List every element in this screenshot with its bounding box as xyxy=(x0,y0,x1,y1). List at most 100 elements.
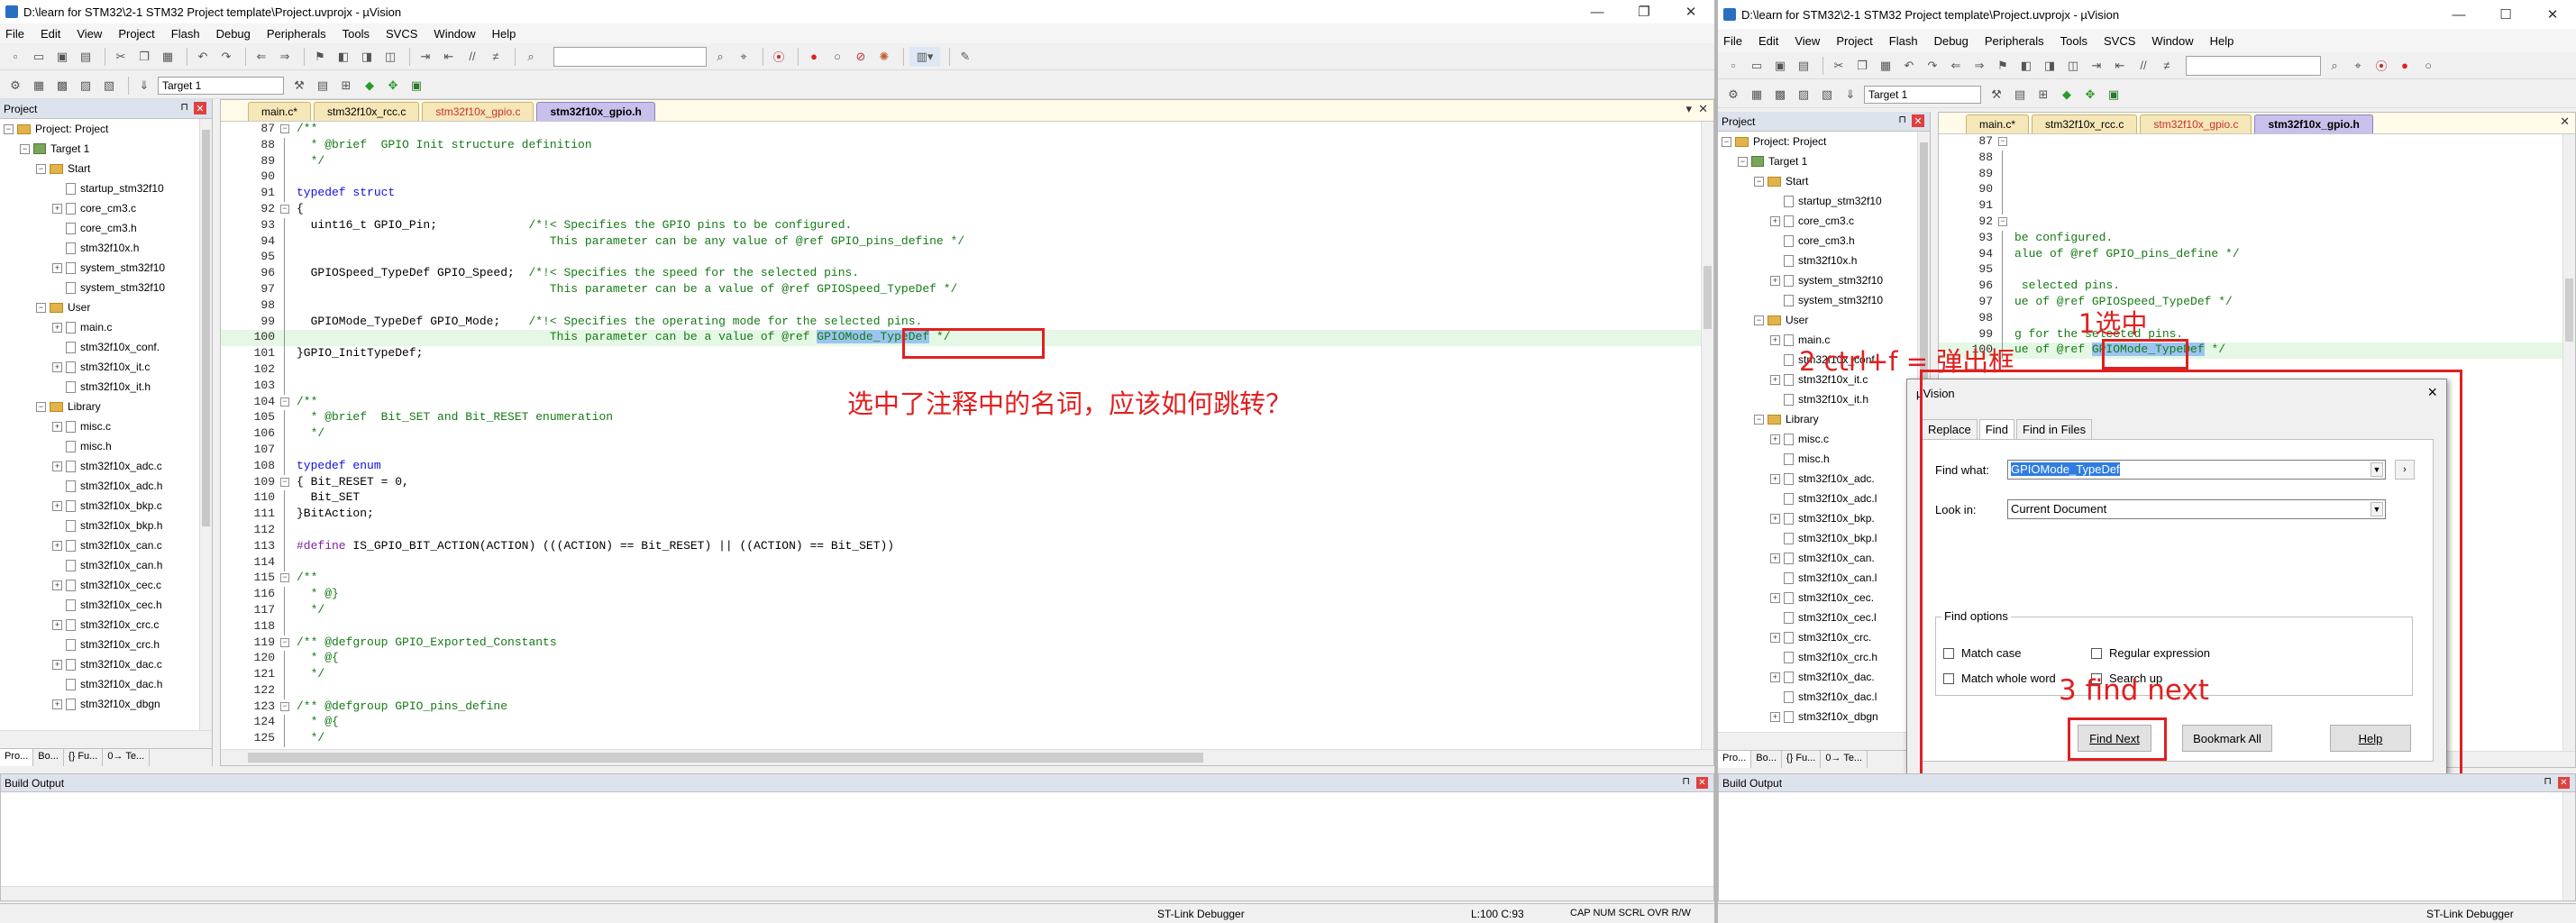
code-line[interactable]: 96 selected pins. xyxy=(1939,279,2562,296)
bookmark-icon[interactable]: ⚑ xyxy=(1993,56,2013,76)
nav-back-icon[interactable]: ⇐ xyxy=(1946,56,1966,76)
expand-icon[interactable]: + xyxy=(52,540,62,551)
code-line[interactable]: 102 xyxy=(221,361,1701,379)
cut-icon[interactable]: ✂ xyxy=(1829,56,1849,76)
pin-icon[interactable]: ⊓ xyxy=(1682,775,1690,787)
breakpoint-disable-icon[interactable]: ○ xyxy=(2418,56,2438,76)
tree-item[interactable]: + misc.c xyxy=(1718,429,1917,449)
code-line[interactable]: 91 xyxy=(1939,198,2562,215)
code-line[interactable]: 97 ue of @ref GPIOSpeed_TypeDef */ xyxy=(1939,294,2562,311)
target-options-icon[interactable]: ⚒ xyxy=(289,76,309,96)
collapse-icon[interactable]: − xyxy=(36,401,46,412)
tree-item[interactable]: − Target 1 xyxy=(0,139,199,159)
code-line[interactable]: 87−/** xyxy=(221,122,1701,138)
build-icon[interactable]: ▦ xyxy=(29,76,49,96)
close-icon[interactable]: ✕ xyxy=(194,102,206,114)
tree-item[interactable]: stm32f10x_dac.h xyxy=(0,674,199,694)
close-icon[interactable]: ✕ xyxy=(2560,114,2570,129)
tree-item[interactable]: − User xyxy=(0,297,199,317)
expand-icon[interactable]: + xyxy=(1770,275,1780,286)
tree-item[interactable]: stm32f10x_adc.l xyxy=(1718,489,1917,508)
manage-components-icon[interactable]: ⊞ xyxy=(2033,85,2053,105)
next-bookmark-icon[interactable]: ◨ xyxy=(2040,56,2060,76)
expand-icon[interactable]: + xyxy=(1770,553,1780,563)
clear-bookmarks-icon[interactable]: ◫ xyxy=(380,47,400,67)
stop-build-icon[interactable]: ▧ xyxy=(1817,85,1837,105)
breakpoint-clear-icon[interactable]: ✺ xyxy=(874,47,894,67)
open-folder-icon[interactable]: ▭ xyxy=(29,47,49,67)
menu-item-file[interactable]: File xyxy=(5,27,24,41)
editor-tab[interactable]: stm32f10x_gpio.c xyxy=(2140,114,2252,133)
tree-item[interactable]: + system_stm32f10 xyxy=(1718,270,1917,290)
code-line[interactable]: 121 */ xyxy=(221,667,1701,684)
batch-build-icon[interactable]: ▨ xyxy=(76,76,96,96)
cut-icon[interactable]: ✂ xyxy=(111,47,131,67)
prev-bookmark-icon[interactable]: ◧ xyxy=(2016,56,2036,76)
vertical-scrollbar[interactable] xyxy=(1701,122,1713,749)
tree-item[interactable]: + stm32f10x_dac.c xyxy=(0,654,199,674)
expand-icon[interactable]: + xyxy=(52,361,62,372)
menu-item-project[interactable]: Project xyxy=(118,27,154,41)
editor-tab[interactable]: stm32f10x_gpio.c xyxy=(422,102,534,121)
menu-item-flash[interactable]: Flash xyxy=(171,27,200,41)
expand-icon[interactable]: + xyxy=(1770,473,1780,484)
menu-item-view[interactable]: View xyxy=(1795,34,1820,48)
comment-icon[interactable]: // xyxy=(462,47,482,67)
file-extensions-icon[interactable]: ▤ xyxy=(313,76,333,96)
find-in-files-icon[interactable]: ⌕ xyxy=(521,47,541,67)
code-line[interactable]: 116 * @} xyxy=(221,587,1701,604)
code-line[interactable]: 93 be configured. xyxy=(1939,230,2562,247)
tree-item[interactable]: stm32f10x_it.h xyxy=(0,377,199,397)
code-line[interactable]: 107 xyxy=(221,442,1701,459)
tree-item[interactable]: stm32f10x_cec.l xyxy=(1718,608,1917,627)
vertical-scrollbar[interactable] xyxy=(2562,134,2575,751)
collapse-icon[interactable]: − xyxy=(1754,176,1764,187)
expand-icon[interactable]: + xyxy=(52,659,62,670)
code-line[interactable]: 98 xyxy=(1939,310,2562,327)
collapse-icon[interactable]: − xyxy=(36,163,46,174)
tree-item[interactable]: − Library xyxy=(1718,409,1917,429)
tree-item[interactable]: − Project: Project xyxy=(0,119,199,139)
copy-icon[interactable]: ❐ xyxy=(1852,56,1872,76)
download-icon[interactable]: ⇓ xyxy=(134,76,154,96)
nav-forward-icon[interactable]: ⇒ xyxy=(1969,56,1989,76)
code-line[interactable]: 122 xyxy=(221,682,1701,699)
fold-icon[interactable]: − xyxy=(280,124,289,133)
expand-icon[interactable]: + xyxy=(52,699,62,709)
new-file-icon[interactable]: ▫ xyxy=(1723,56,1743,76)
editor-tab[interactable]: main.c* xyxy=(248,102,312,121)
uncomment-icon[interactable]: ≠ xyxy=(2157,56,2177,76)
compile-icon[interactable]: ⚙ xyxy=(5,76,25,96)
tree-item[interactable]: stm32f10x_adc.h xyxy=(0,476,199,496)
tree-item[interactable]: misc.h xyxy=(0,436,199,456)
tree-item[interactable]: − Library xyxy=(0,397,199,416)
code-line[interactable]: 111}BitAction; xyxy=(221,507,1701,524)
tree-item[interactable]: core_cm3.h xyxy=(0,218,199,238)
tree-item[interactable]: stm32f10x.h xyxy=(1718,251,1917,270)
fold-icon[interactable]: − xyxy=(1998,216,2007,226)
breakpoint-icon[interactable]: ● xyxy=(2395,56,2415,76)
code-line[interactable]: 92−{ xyxy=(221,202,1701,218)
fold-icon[interactable]: − xyxy=(280,573,289,583)
redo-icon[interactable]: ↷ xyxy=(1923,56,1942,76)
maximize-icon[interactable]: ☐ xyxy=(2482,0,2529,29)
comment-icon[interactable]: // xyxy=(2133,56,2153,76)
collapse-icon[interactable]: − xyxy=(20,143,30,154)
paste-icon[interactable]: ▦ xyxy=(1876,56,1895,76)
minimize-icon[interactable]: — xyxy=(2435,0,2482,29)
undo-icon[interactable]: ↶ xyxy=(193,47,213,67)
menu-item-project[interactable]: Project xyxy=(1836,34,1872,48)
code-line[interactable]: 119−/** @defgroup GPIO_Exported_Constant… xyxy=(221,635,1701,652)
save-all-icon[interactable]: ▤ xyxy=(76,47,96,67)
panel-tab[interactable]: 0→ Te... xyxy=(1821,751,1868,768)
expand-icon[interactable]: + xyxy=(52,461,62,471)
code-line[interactable]: 94 alue of @ref GPIO_pins_define */ xyxy=(1939,246,2562,263)
code-line[interactable]: 124 * @{ xyxy=(221,715,1701,732)
code-line[interactable]: 118 xyxy=(221,618,1701,635)
expand-icon[interactable]: + xyxy=(52,619,62,630)
code-line[interactable]: 89 */ xyxy=(221,153,1701,170)
panel-tab[interactable]: Bo... xyxy=(1751,751,1782,768)
code-line[interactable]: 98 xyxy=(221,297,1701,315)
fold-icon[interactable]: − xyxy=(280,397,289,407)
build-icon[interactable]: ▦ xyxy=(1747,85,1767,105)
